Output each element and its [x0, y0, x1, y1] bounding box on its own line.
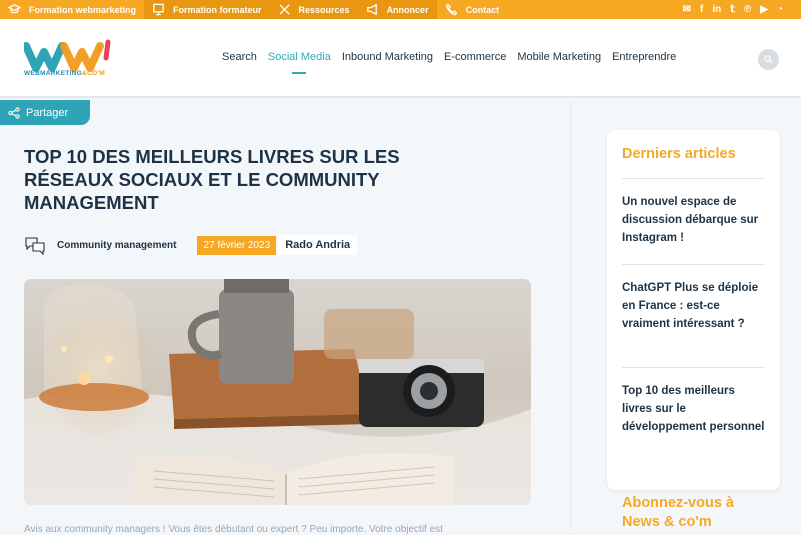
- share-label: Partager: [26, 106, 69, 119]
- nav-item-e-commerce[interactable]: E-commerce: [444, 51, 506, 63]
- article-date: 27 février 2023: [197, 235, 277, 255]
- nav-item-mobile-marketing[interactable]: Mobile Marketing: [517, 51, 601, 63]
- nav-item-entreprendre[interactable]: Entreprendre: [612, 51, 676, 63]
- article-title: TOP 10 DES MEILLEURS LIVRES SUR LES RÉSE…: [24, 146, 400, 213]
- social-links: ✉ f in 𝕥 ℗ ▶ ◔: [683, 0, 783, 19]
- column-divider: [570, 100, 571, 531]
- phone-icon: [445, 3, 458, 16]
- main-nav: Search Social Media Inbound Marketing E-…: [222, 51, 687, 63]
- divider: [622, 178, 765, 179]
- nav-item-inbound-marketing[interactable]: Inbound Marketing: [342, 51, 433, 63]
- nav-item-social-media[interactable]: Social Media: [268, 51, 331, 63]
- facebook-icon[interactable]: f: [700, 0, 703, 19]
- widget-title: Derniers articles: [622, 146, 736, 162]
- youtube-icon[interactable]: ▶: [760, 0, 768, 19]
- subscribe-heading: Abonnez-vous à News & co'm: [622, 495, 734, 530]
- article-lede: Avis aux community managers ! Vous êtes …: [24, 524, 443, 535]
- article-hero-image: [24, 279, 531, 505]
- graduation-cap-icon: [8, 4, 21, 14]
- tools-icon: [278, 4, 290, 15]
- megaphone-icon: [366, 3, 377, 16]
- article-author[interactable]: Rado Andria: [278, 235, 358, 255]
- article-category[interactable]: Community management: [57, 240, 176, 251]
- top-link-formation-webmarketing[interactable]: Formation webmarketing: [0, 0, 144, 19]
- rss-icon[interactable]: ◔: [777, 0, 783, 19]
- divider: [622, 367, 765, 368]
- top-link-label: Annoncer: [386, 4, 429, 15]
- top-link-label: Formation webmarketing: [29, 4, 137, 15]
- top-link-label: Contact: [465, 4, 500, 15]
- linkedin-icon[interactable]: in: [712, 0, 721, 19]
- search-button[interactable]: [758, 49, 779, 70]
- top-link-annoncer[interactable]: Annoncer: [357, 0, 437, 19]
- latest-article-link[interactable]: Top 10 des meilleurs livres sur le dével…: [622, 382, 767, 437]
- search-icon: [764, 55, 773, 64]
- top-bar: Formation webmarketing Formation formate…: [0, 0, 801, 19]
- top-link-contact[interactable]: Contact: [437, 0, 508, 19]
- divider: [622, 264, 765, 265]
- top-link-label: Formation formateur: [173, 4, 262, 15]
- share-icon: [8, 106, 20, 119]
- latest-article-link[interactable]: ChatGPT Plus se déploie en France : est-…: [622, 279, 767, 334]
- latest-articles-widget: Derniers articles Un nouvel espace de di…: [607, 130, 780, 490]
- top-link-label: Ressources: [298, 4, 350, 15]
- logo-text: WEBMARKETING&CO'M: [24, 70, 106, 77]
- latest-article-link[interactable]: Un nouvel espace de discussion débarque …: [622, 193, 767, 248]
- newsletter-icon[interactable]: ✉: [683, 0, 691, 19]
- presentation-board-icon: [153, 3, 164, 16]
- site-header: WEBMARKETING&CO'M Search Social Media In…: [0, 19, 801, 98]
- pinterest-icon[interactable]: ℗: [744, 0, 751, 19]
- nav-item-search[interactable]: Search: [222, 51, 257, 63]
- comment-bubbles-icon: [25, 237, 45, 255]
- twitter-icon[interactable]: 𝕥: [730, 0, 735, 19]
- top-link-ressources[interactable]: Ressources: [269, 0, 358, 19]
- article-meta: Community management 27 février 2023 Rad…: [24, 234, 358, 256]
- top-link-formation-formateur[interactable]: Formation formateur: [144, 0, 270, 19]
- share-button[interactable]: Partager: [0, 100, 90, 125]
